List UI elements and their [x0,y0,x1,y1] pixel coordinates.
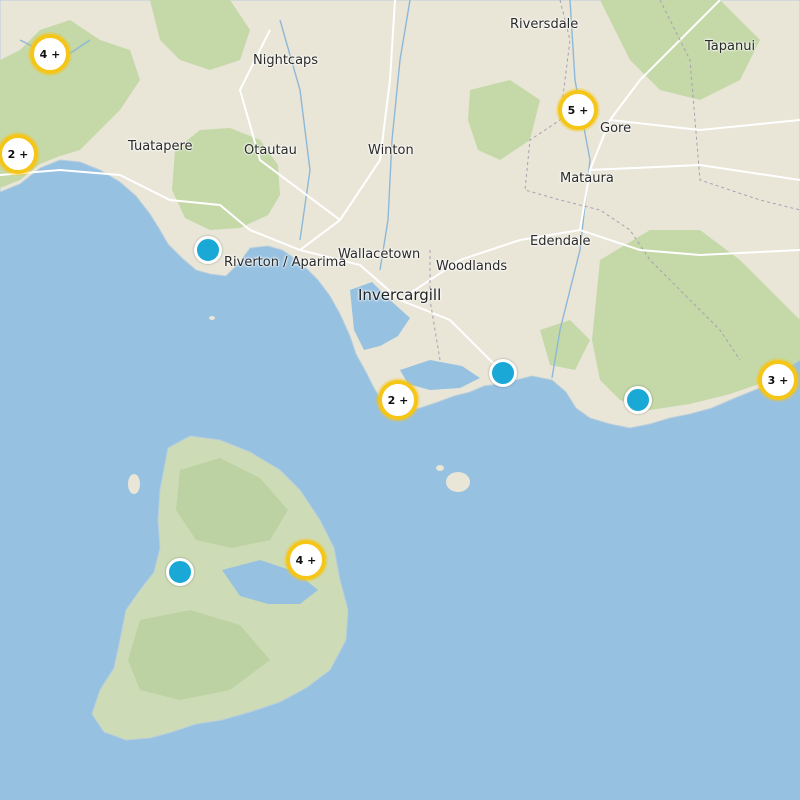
place-label-gore: Gore [600,121,632,136]
place-label-tuatapere: Tuatapere [128,139,193,154]
place-label-riversdale: Riversdale [510,17,579,32]
cluster-marker-gore[interactable]: 5 + [558,90,598,130]
place-label-edendale: Edendale [530,234,591,249]
dog-island [446,472,470,492]
location-marker-stewart-island-west[interactable] [166,558,194,586]
place-label-wallacetown: Wallacetown [338,247,421,262]
cluster-marker-east[interactable]: 3 + [758,360,798,400]
cluster-marker-northwest[interactable]: 4 + [30,34,70,74]
place-label-invercargill: Invercargill [358,286,442,304]
islet-1 [128,474,140,494]
cluster-marker-stewart-island[interactable]: 4 + [286,540,326,580]
islet-2 [436,465,444,471]
place-label-woodlands: Woodlands [436,259,508,274]
location-marker-riverton[interactable] [194,236,222,264]
location-marker-fortrose[interactable] [624,386,652,414]
place-label-mataura: Mataura [560,171,614,186]
place-label-nightcaps: Nightcaps [253,53,319,68]
islet-3 [209,316,215,320]
cluster-marker-bluff[interactable]: 2 + [378,380,418,420]
place-label-tapanui: Tapanui [705,39,756,54]
place-label-riverton: Riverton / Aparima [224,255,347,270]
location-marker-awarua[interactable] [489,359,517,387]
place-label-winton: Winton [368,143,414,158]
place-label-otautau: Otautau [244,143,297,158]
map-view[interactable]: Riversdale Tapanui Nightcaps Gore Tuatap… [0,0,800,800]
